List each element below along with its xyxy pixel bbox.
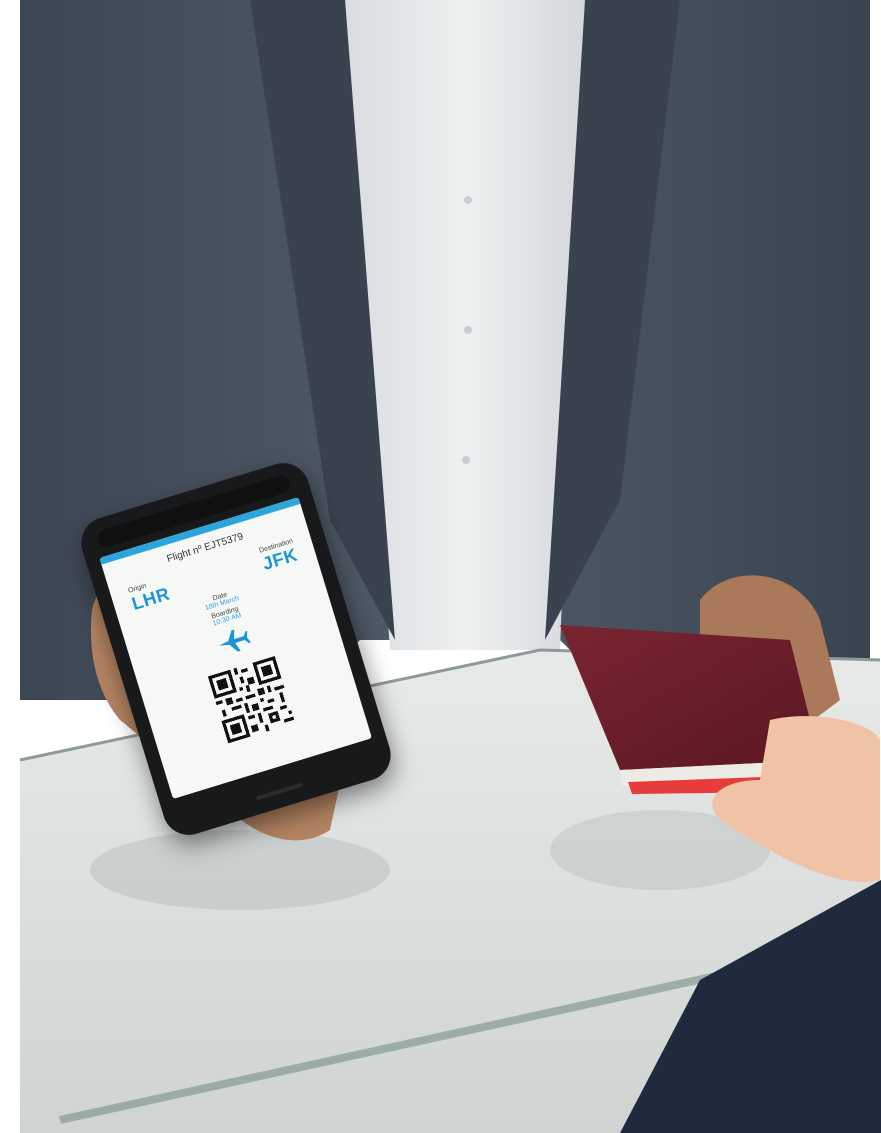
photo-scene: Flight nº EJT5379 Origin LHR Destination… xyxy=(0,0,881,1133)
qr-code-icon xyxy=(207,655,296,744)
home-indicator xyxy=(256,782,303,801)
destination: Destination JFK xyxy=(258,538,300,575)
